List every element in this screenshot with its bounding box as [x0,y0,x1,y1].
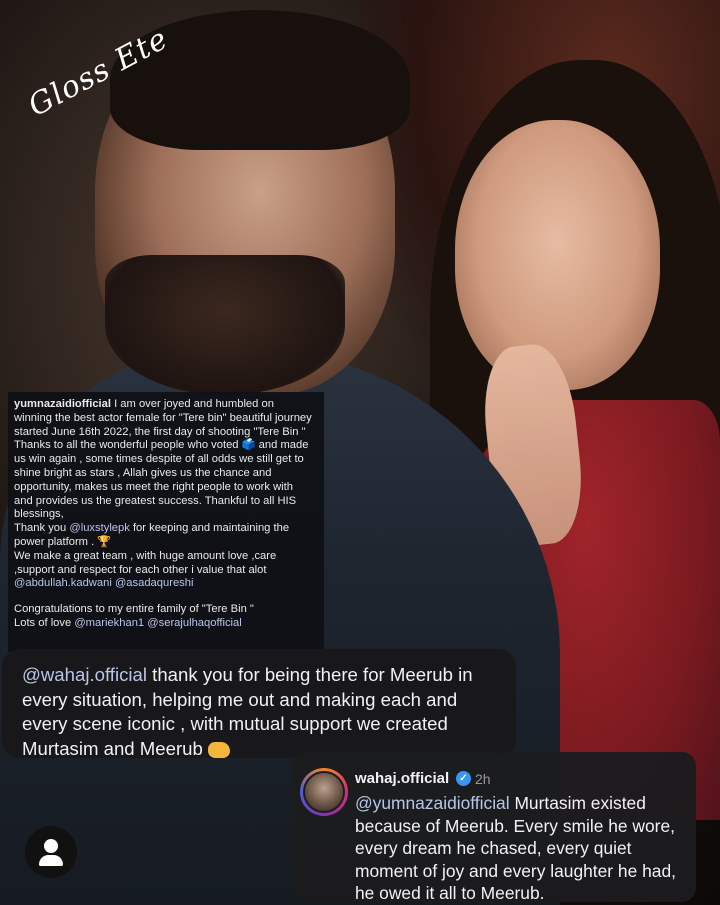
comment-timestamp: 2h [475,771,491,787]
ballot-emoji-icon: 🗳️ [241,439,256,452]
woman-face [455,120,660,390]
photo-background: Gloss Ete yumnazaidiofficial I am over j… [0,0,720,905]
profile-icon-body [39,855,63,866]
mention-luxstylepk[interactable]: @luxstylepk [69,522,129,534]
story-ring[interactable] [300,768,348,816]
mention-serajulhaqofficial[interactable]: @serajulhaqofficial [147,617,242,629]
caption-text-continued: and made us win again , some times despi… [14,439,309,521]
comment-text: @yumnazaidiofficial Murtasim existed bec… [355,792,690,905]
trophy-emoji-icon: 🏆 [97,535,112,548]
mention-abdullah-kadwani[interactable]: @abdullah.kadwani [14,577,112,589]
mention-mariekhan1[interactable]: @mariekhan1 [74,617,144,629]
man-beard [105,255,345,395]
post-caption: yumnazaidiofficial I am over joyed and h… [8,392,324,652]
verified-badge-icon: ✓ [456,771,471,786]
mention-asadaqureshi[interactable]: @asadaqureshi [115,577,194,589]
congrats-text: Congratulations to my entire family of "… [14,603,254,616]
mention-wahaj-official[interactable]: @wahaj.official [22,664,147,685]
profile-icon [44,839,58,853]
avatar[interactable] [303,771,345,813]
comment-card: wahaj.official ✓ 2h @yumnazaidiofficial … [291,752,696,905]
comment-username[interactable]: wahaj.official [355,770,449,787]
love-prefix: Lots of love [14,616,75,629]
team-text: We make a great team , with huge amount … [14,549,277,576]
mention-yumnazaidiofficial[interactable]: @yumnazaidiofficial [355,793,510,813]
profile-button[interactable] [25,826,77,878]
handshake-emoji-icon [208,741,231,758]
reply-bubble: @wahaj.official thank you for being ther… [2,649,516,759]
caption-username[interactable]: yumnazaidiofficial [14,398,111,410]
thanks-prefix: Thank you [14,522,70,535]
